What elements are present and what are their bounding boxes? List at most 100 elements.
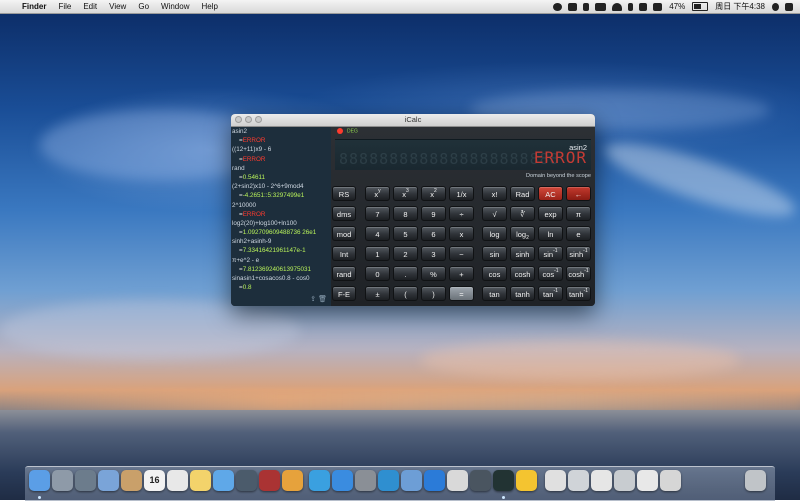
sogou-input-icon[interactable]	[653, 2, 663, 11]
key-r1-c1[interactable]: 8	[393, 206, 418, 221]
key-r2-c7[interactable]: e	[566, 226, 591, 241]
key-r4-c5[interactable]: cosh	[510, 266, 535, 281]
menu-edit[interactable]: Edit	[77, 0, 103, 13]
app-menu-finder[interactable]: Finder	[16, 0, 52, 13]
key-r4-c6[interactable]: cos-1	[538, 266, 563, 281]
window-6-dock-icon[interactable]	[660, 470, 681, 491]
window-5-dock-icon[interactable]	[637, 470, 658, 491]
key-r0-c0[interactable]: xy	[365, 186, 390, 201]
key-r1-c4[interactable]: √	[482, 206, 507, 221]
key-f-e[interactable]: F-E	[332, 286, 356, 301]
key-r1-c2[interactable]: 9	[421, 206, 446, 221]
notification-center-icon[interactable]	[785, 2, 793, 11]
history-expression[interactable]: ((12+11)x9 - 6	[231, 145, 331, 154]
pen-status-icon[interactable]	[583, 2, 590, 11]
spotlight-search-icon[interactable]	[772, 2, 779, 11]
history-result[interactable]: =1.092709609488736 26e1	[231, 228, 331, 237]
key-r5-c3[interactable]: =	[449, 286, 474, 301]
key-r1-c7[interactable]: π	[566, 206, 591, 221]
key-r1-c3[interactable]: ÷	[449, 206, 474, 221]
chat-status-icon[interactable]	[568, 2, 578, 11]
history-result[interactable]: =ERROR	[231, 155, 331, 164]
key-r4-c0[interactable]: 0	[365, 266, 390, 281]
key-rs[interactable]: RS	[332, 186, 356, 201]
window-1-dock-icon[interactable]	[545, 470, 566, 491]
history-expression[interactable]: rand	[231, 164, 331, 173]
mission-control-dock-icon[interactable]	[75, 470, 96, 491]
qq-status-icon[interactable]	[553, 2, 563, 11]
key-r0-c1[interactable]: x3	[393, 186, 418, 201]
key-r5-c5[interactable]: tanh	[510, 286, 535, 301]
key-r1-c0[interactable]: 7	[365, 206, 390, 221]
system-preferences-dock-icon[interactable]	[355, 470, 376, 491]
key-r4-c3[interactable]: +	[449, 266, 474, 281]
history-expression[interactable]: 2^10000	[231, 201, 331, 210]
trash-dock-icon[interactable]	[745, 470, 766, 491]
key-r4-c7[interactable]: cosh-1	[566, 266, 591, 281]
launchpad-dock-icon[interactable]	[52, 470, 73, 491]
facetime-dock-icon[interactable]	[236, 470, 257, 491]
messages-dock-icon[interactable]	[213, 470, 234, 491]
key-r2-c5[interactable]: log2	[510, 226, 535, 241]
wifi-icon[interactable]	[612, 2, 623, 11]
menu-window[interactable]: Window	[155, 0, 195, 13]
notes-dock-icon[interactable]	[190, 470, 211, 491]
bluetooth-icon[interactable]	[628, 2, 634, 11]
share-icon[interactable]: ⇪	[310, 296, 316, 303]
key-r5-c7[interactable]: tanh-1	[566, 286, 591, 301]
menubar-clock[interactable]: 周日 下午4:38	[711, 0, 769, 13]
mail-dock-icon[interactable]	[401, 470, 422, 491]
close-button[interactable]	[235, 116, 242, 123]
window-3-dock-icon[interactable]	[591, 470, 612, 491]
history-result[interactable]: =ERROR	[231, 210, 331, 219]
calendar-dock-icon[interactable]: 16	[144, 470, 165, 491]
key-r1-c6[interactable]: exp	[538, 206, 563, 221]
key-r4-c1[interactable]: .	[393, 266, 418, 281]
window-title-bar[interactable]: iCalc	[231, 114, 595, 127]
key-r0-c4[interactable]: x!	[482, 186, 507, 201]
key-dms[interactable]: dms	[332, 206, 356, 221]
key-r1-c5[interactable]: ∛	[510, 206, 535, 221]
contacts-dock-icon[interactable]	[121, 470, 142, 491]
key-r0-c7[interactable]: ←	[566, 186, 591, 201]
key-r0-c5[interactable]: Rad	[510, 186, 535, 201]
key-r0-c6[interactable]: AC	[538, 186, 563, 201]
menu-go[interactable]: Go	[132, 0, 155, 13]
key-r5-c1[interactable]: (	[393, 286, 418, 301]
key-r5-c4[interactable]: tan	[482, 286, 507, 301]
key-r0-c3[interactable]: 1/x	[449, 186, 474, 201]
reminders-dock-icon[interactable]	[167, 470, 188, 491]
zoom-button[interactable]	[255, 116, 262, 123]
menu-help[interactable]: Help	[195, 0, 223, 13]
text-edit-dock-icon[interactable]	[447, 470, 468, 491]
finder-dock-icon[interactable]	[29, 470, 50, 491]
menu-view[interactable]: View	[103, 0, 132, 13]
history-result[interactable]: =0.8	[231, 283, 331, 292]
history-result[interactable]: =0.54611	[231, 173, 331, 182]
key-mod[interactable]: mod	[332, 226, 356, 241]
qq-dock-icon[interactable]	[516, 470, 537, 491]
key-r5-c6[interactable]: tan-1	[538, 286, 563, 301]
key-r2-c0[interactable]: 4	[365, 226, 390, 241]
itunes-dock-icon[interactable]	[309, 470, 330, 491]
key-r5-c2[interactable]: )	[421, 286, 446, 301]
photo-booth-dock-icon[interactable]	[259, 470, 280, 491]
key-r3-c4[interactable]: sin	[482, 246, 507, 261]
history-result[interactable]: =-4.2651::5:3297499e1	[231, 191, 331, 200]
preview-dock-icon[interactable]	[98, 470, 119, 491]
activity-dock-icon[interactable]	[470, 470, 491, 491]
app-store-dock-icon[interactable]	[332, 470, 353, 491]
key-r2-c1[interactable]: 5	[393, 226, 418, 241]
key-rand[interactable]: rand	[332, 266, 356, 281]
minimize-button[interactable]	[245, 116, 252, 123]
display-status-icon[interactable]	[595, 2, 607, 11]
menu-file[interactable]: File	[52, 0, 77, 13]
key-int[interactable]: Int	[332, 246, 356, 261]
history-expression[interactable]: sinasin1+cosacos0.8 - cos0	[231, 274, 331, 283]
trash-icon[interactable]: 🗑	[318, 296, 327, 303]
key-r2-c3[interactable]: x	[449, 226, 474, 241]
key-r3-c2[interactable]: 3	[421, 246, 446, 261]
volume-icon[interactable]	[639, 2, 648, 11]
safari-dock-icon[interactable]	[424, 470, 445, 491]
window-2-dock-icon[interactable]	[568, 470, 589, 491]
